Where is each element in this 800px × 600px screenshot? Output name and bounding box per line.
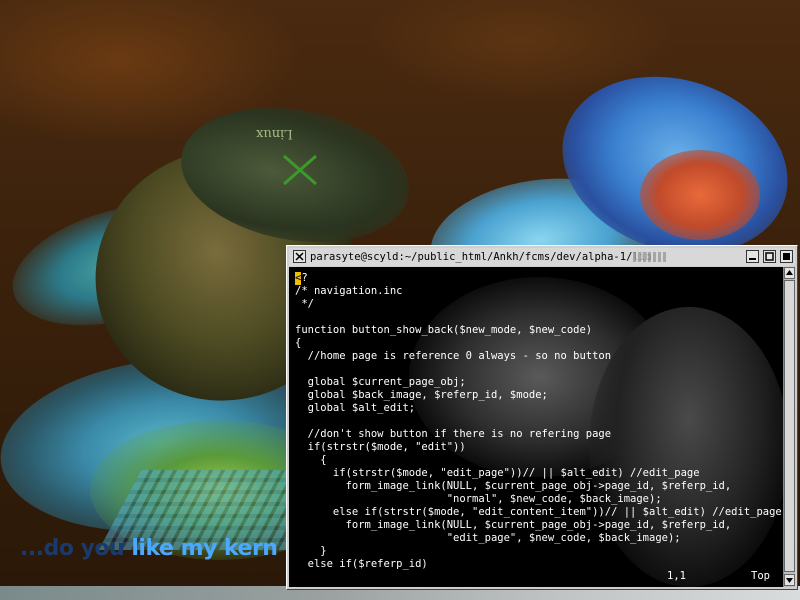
code-line: else if(strstr($mode, "edit_content_item… — [295, 506, 782, 518]
titlebar-grip[interactable] — [633, 252, 667, 262]
code-line-text: ? — [301, 272, 308, 284]
scrollbar-thumb[interactable] — [784, 280, 795, 572]
code-line: if(strstr($mode, "edit")) — [295, 441, 466, 453]
wallpaper-neck — [640, 150, 760, 240]
close-button[interactable] — [780, 250, 793, 263]
maximize-button[interactable] — [763, 250, 776, 263]
code-line: "normal", $new_code, $back_image); — [295, 493, 662, 505]
code-line: function button_show_back($new_mode, $ne… — [295, 324, 593, 336]
code-line: { — [295, 454, 327, 466]
scroll-up-button[interactable] — [784, 267, 795, 279]
code-line: global $alt_edit; — [295, 402, 416, 414]
scroll-down-button[interactable] — [784, 574, 795, 586]
close-x-icon — [295, 252, 304, 261]
code-line: //home page is reference 0 always - so n… — [295, 350, 612, 362]
terminal-window[interactable]: parasyte@scyld:~/public_html/Ankh/fcms/d… — [286, 245, 798, 590]
code-line: form_image_link(NULL, $current_page_obj-… — [295, 480, 732, 492]
minimize-button[interactable] — [746, 250, 759, 263]
code-line: } — [295, 545, 327, 557]
code-line: //don't show button if there is no refer… — [295, 428, 612, 440]
terminal-title: parasyte@scyld:~/public_html/Ankh/fcms/d… — [310, 251, 652, 263]
arrow-down-icon — [786, 578, 793, 583]
terminal-scrollbar[interactable] — [783, 267, 795, 587]
code-editor[interactable]: <?/* navigation.inc */ function button_s… — [295, 272, 782, 571]
maximize-icon — [765, 252, 774, 261]
code-line: */ — [295, 298, 314, 310]
code-line: form_image_link(NULL, $current_page_obj-… — [295, 519, 732, 531]
code-line: { — [295, 337, 302, 349]
x-logo-icon — [283, 154, 317, 186]
wallpaper-slogan: ...do you like my kern — [20, 536, 278, 561]
code-line: else if($referp_id) — [295, 558, 428, 570]
minimize-icon — [749, 258, 756, 260]
slogan-highlight: like my kern — [131, 536, 278, 561]
slogan-prefix: ...do you — [20, 536, 132, 561]
terminal-screen[interactable]: <?/* navigation.inc */ function button_s… — [289, 267, 783, 587]
close-icon — [783, 253, 790, 260]
code-line: global $back_image, $referp_id, $mode; — [295, 389, 548, 401]
scroll-position-status: Top — [751, 570, 770, 582]
code-line: global $current_page_obj; — [295, 376, 466, 388]
code-line: if(strstr($mode, "edit_page"))// || $alt… — [295, 467, 700, 479]
code-line: <? — [295, 272, 782, 285]
code-line: "edit_page", $new_code, $back_image); — [295, 532, 681, 544]
arrow-up-icon — [786, 270, 793, 275]
wallpaper-linux-logo: Linux — [256, 126, 293, 141]
window-menu-button[interactable] — [293, 250, 306, 263]
terminal-titlebar[interactable]: parasyte@scyld:~/public_html/Ankh/fcms/d… — [289, 248, 795, 266]
cursor-position-status: 1,1 — [667, 570, 686, 582]
code-line: /* navigation.inc — [295, 285, 403, 297]
